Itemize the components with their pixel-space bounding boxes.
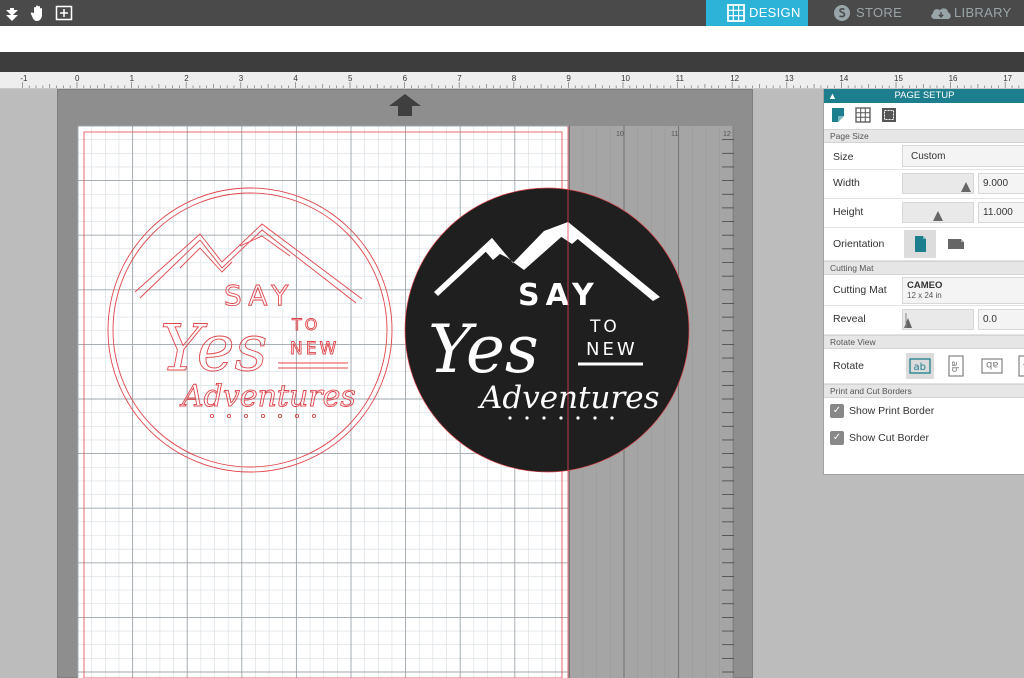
width-label: Width bbox=[833, 177, 860, 189]
rotate-270-icon: ab bbox=[1018, 355, 1024, 377]
border-tab-icon[interactable] bbox=[881, 107, 897, 123]
show-print-border-checkbox[interactable]: ✓ bbox=[830, 404, 844, 418]
size-value: Custom bbox=[911, 151, 946, 162]
orientation-label: Orientation bbox=[833, 238, 885, 250]
page-tab-icon[interactable] bbox=[830, 107, 846, 123]
cutting-mat-value: CAMEO bbox=[907, 280, 943, 291]
reveal-label: Reveal bbox=[833, 313, 866, 325]
outline-yes: Yes bbox=[160, 312, 267, 386]
landscape-button[interactable] bbox=[942, 230, 970, 258]
show-print-border-row[interactable]: ✓ Show Print Border bbox=[824, 398, 1024, 425]
height-label: Height bbox=[833, 206, 864, 218]
cutting-mat-sub: 12 x 24 in bbox=[907, 291, 942, 300]
width-slider[interactable] bbox=[902, 173, 974, 194]
size-label: Size bbox=[833, 151, 854, 163]
filled-yes: Yes bbox=[428, 311, 539, 388]
rotate-90-icon: ab bbox=[948, 355, 964, 377]
filled-dot bbox=[559, 416, 563, 420]
move-up-arrow-icon[interactable] bbox=[388, 93, 422, 122]
filled-dot bbox=[610, 416, 614, 420]
rotate-0-icon: ab bbox=[909, 358, 931, 374]
outline-adventures: Adventures bbox=[179, 379, 356, 414]
section-rotate-view: Rotate View bbox=[824, 335, 1024, 349]
rotate-270-button[interactable]: ab bbox=[1014, 353, 1024, 379]
rotate-180-icon: ab bbox=[981, 358, 1003, 374]
filled-dot bbox=[525, 416, 529, 420]
filled-new: NEW bbox=[586, 339, 638, 360]
section-cutting-mat: Cutting Mat bbox=[824, 261, 1024, 275]
show-print-border-label: Show Print Border bbox=[849, 405, 935, 417]
show-cut-border-label: Show Cut Border bbox=[849, 432, 929, 444]
rotate-label: Rotate bbox=[833, 360, 864, 372]
size-select[interactable]: Custom bbox=[902, 145, 1024, 167]
width-row: Width 9.000 bbox=[824, 170, 1024, 199]
reveal-input[interactable]: 0.0 bbox=[978, 309, 1024, 330]
filled-dot bbox=[508, 416, 512, 420]
width-input[interactable]: 9.000 bbox=[978, 173, 1024, 194]
slider-handle-icon bbox=[933, 211, 943, 221]
section-page-size: Page Size bbox=[824, 129, 1024, 143]
svg-text:ab: ab bbox=[986, 359, 998, 370]
collapse-caret-icon[interactable]: ▲ bbox=[828, 89, 837, 103]
filled-say: SAY bbox=[518, 278, 600, 313]
rotate-180-button[interactable]: ab bbox=[978, 353, 1006, 379]
portrait-button[interactable] bbox=[904, 230, 936, 258]
panel-tabs bbox=[824, 103, 1024, 129]
panel-title: PAGE SETUP bbox=[894, 90, 955, 101]
filled-dot bbox=[593, 416, 597, 420]
cutting-mat-row: Cutting Mat CAMEO 12 x 24 in bbox=[824, 275, 1024, 306]
reveal-row: Reveal 0.0 bbox=[824, 306, 1024, 335]
rotate-90-button[interactable]: ab bbox=[942, 353, 970, 379]
orientation-row: Orientation bbox=[824, 228, 1024, 261]
filled-to: TO bbox=[589, 317, 620, 337]
portrait-icon bbox=[915, 236, 926, 252]
outline-say: SAY bbox=[224, 279, 294, 312]
filled-badge[interactable]: SAY Yes TO NEW Adventures bbox=[404, 187, 690, 473]
size-row: Size Custom bbox=[824, 143, 1024, 170]
landscape-icon bbox=[948, 239, 964, 249]
height-value: 11.000 bbox=[983, 207, 1013, 218]
height-input[interactable]: 11.000 bbox=[978, 202, 1024, 223]
page-setup-panel: ▲ PAGE SETUP Page Size Size Custom Width… bbox=[823, 89, 1024, 475]
show-cut-border-checkbox[interactable]: ✓ bbox=[830, 431, 844, 445]
mat-label-12: 12 bbox=[723, 131, 731, 138]
height-row: Height 11.000 bbox=[824, 199, 1024, 228]
rotate-row: Rotate ab ab ab ab bbox=[824, 349, 1024, 384]
rotate-0-button[interactable]: ab bbox=[906, 353, 934, 379]
height-slider[interactable] bbox=[902, 202, 974, 223]
show-cut-border-row[interactable]: ✓ Show Cut Border bbox=[824, 425, 1024, 452]
mat-label-11: 11 bbox=[671, 131, 678, 138]
section-print-cut: Print and Cut Borders bbox=[824, 384, 1024, 398]
filled-dot bbox=[542, 416, 546, 420]
svg-text:ab: ab bbox=[949, 361, 959, 373]
width-value: 9.000 bbox=[983, 178, 1009, 189]
cutting-mat-label: Cutting Mat bbox=[833, 284, 887, 296]
reveal-value: 0.0 bbox=[983, 314, 997, 325]
slider-handle-icon bbox=[904, 318, 912, 328]
filled-dot bbox=[576, 416, 580, 420]
svg-text:ab: ab bbox=[914, 362, 926, 373]
grid-tab-icon[interactable] bbox=[855, 107, 871, 123]
outline-new: NEW bbox=[290, 339, 339, 359]
cutting-mat-select[interactable]: CAMEO 12 x 24 in bbox=[902, 277, 1024, 304]
panel-header: ▲ PAGE SETUP bbox=[824, 89, 1024, 103]
mat-label-10: 10 bbox=[616, 131, 624, 138]
reveal-slider[interactable] bbox=[902, 309, 974, 330]
outline-to: TO bbox=[291, 315, 320, 334]
slider-handle-icon bbox=[961, 182, 971, 192]
